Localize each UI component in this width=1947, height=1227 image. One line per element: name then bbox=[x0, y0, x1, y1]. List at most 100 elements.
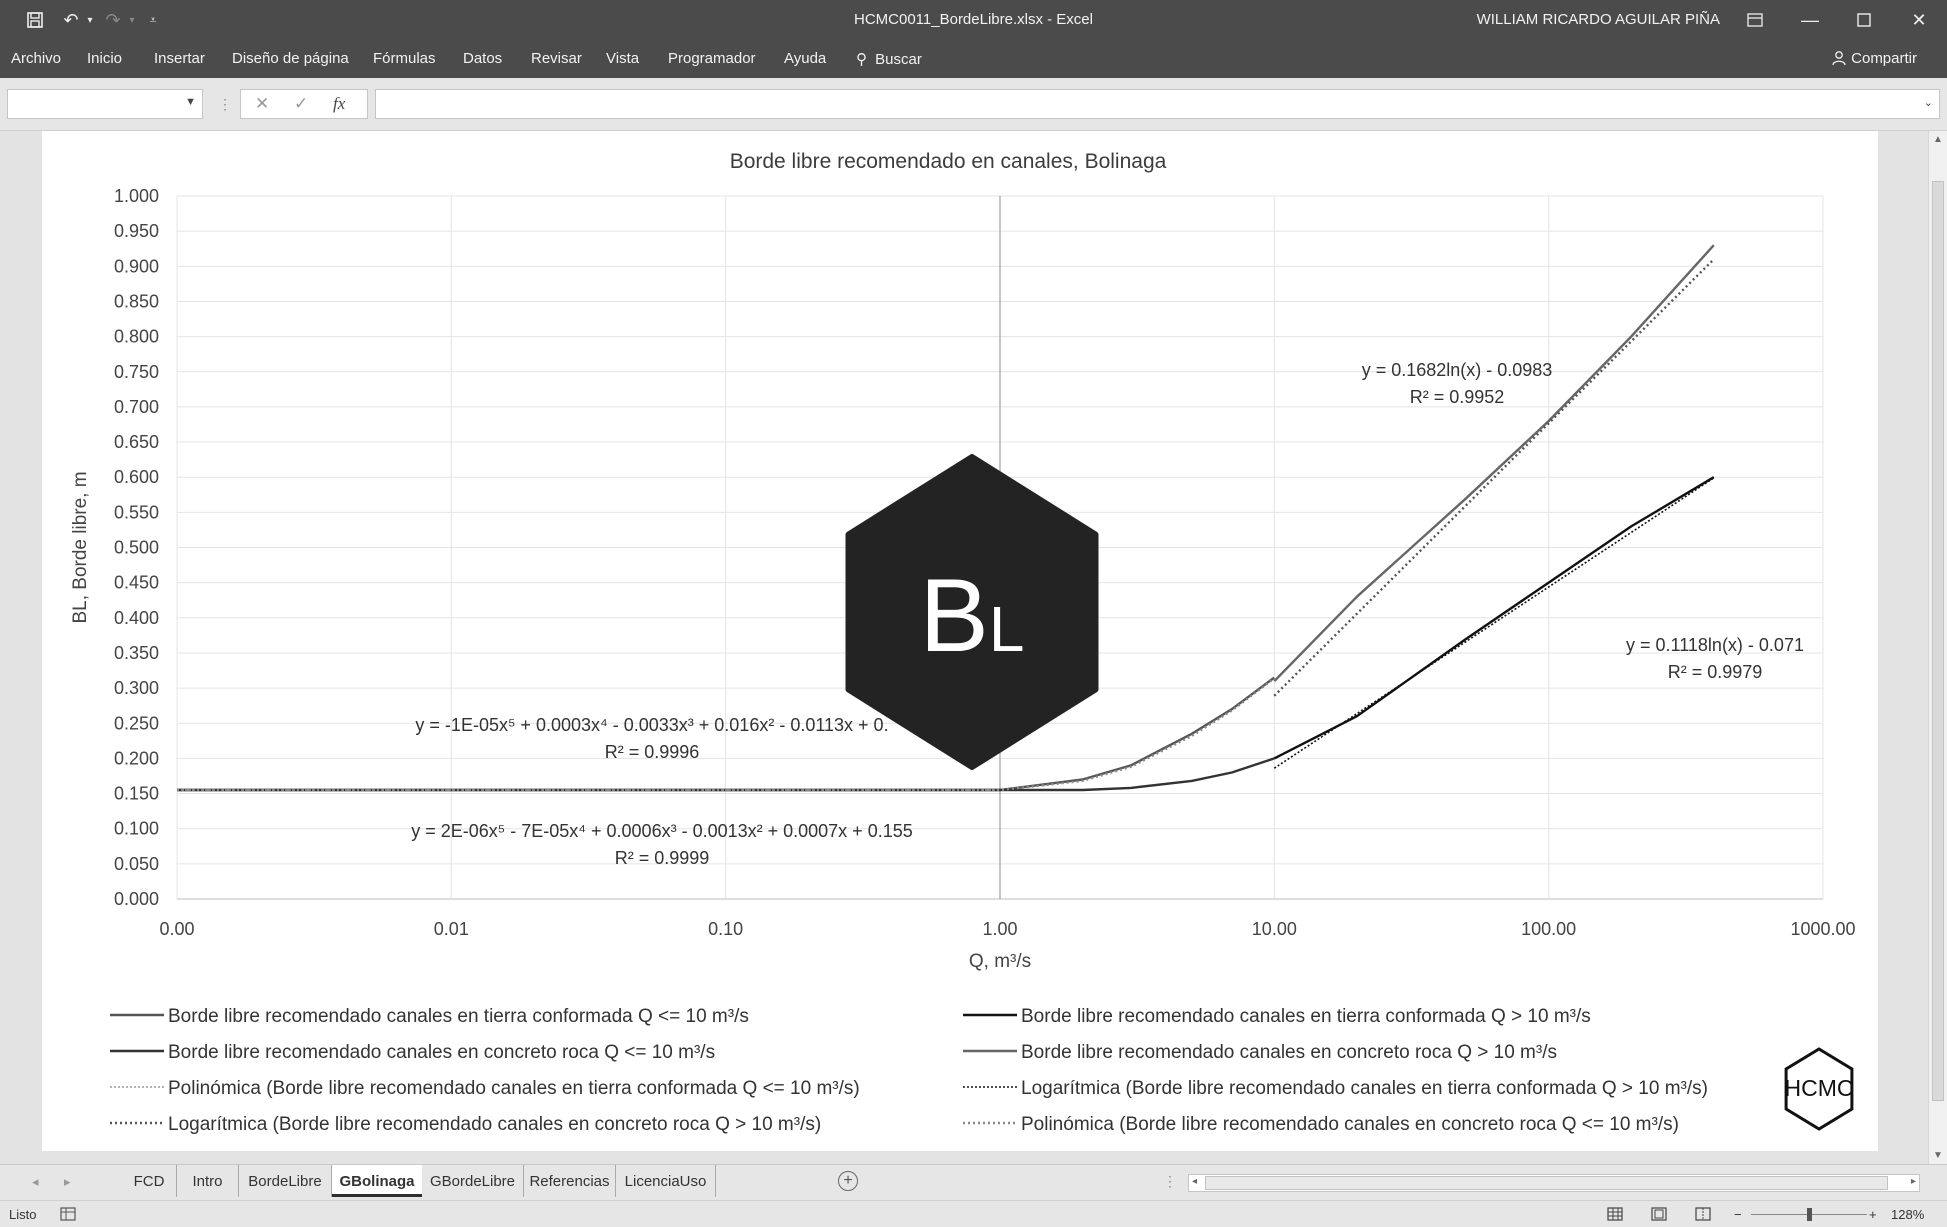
sheet-tab-gbolinaga[interactable]: GBolinaga bbox=[332, 1165, 422, 1197]
search-icon: ⚲ bbox=[856, 51, 867, 68]
x-tick-label: 0.10 bbox=[708, 919, 743, 939]
x-axis-label: Q, m³/s bbox=[969, 951, 1031, 972]
worksheet-area: 0.000 0.050 0.100 0.150 0.200 0.250 0.300 0.350… bbox=[0, 131, 1947, 1164]
tab-revisar[interactable]: Revisar bbox=[531, 50, 582, 67]
tab-datos[interactable]: Datos bbox=[463, 50, 502, 67]
person-icon bbox=[1831, 50, 1851, 67]
y-tick-label: 0.000 bbox=[114, 889, 159, 909]
y-tick-label: 0.500 bbox=[114, 538, 159, 558]
trendline-r-squared[interactable]: R² = 0.9979 bbox=[1668, 662, 1763, 682]
tab-diseno-de-pagina[interactable]: Diseño de página bbox=[232, 50, 349, 67]
user-name[interactable]: WILLIAM RICARDO AGUILAR PIÑA bbox=[1477, 11, 1720, 28]
legend-entry[interactable]: Borde libre recomendado canales en concr… bbox=[1021, 1042, 1557, 1063]
trendline-r-squared[interactable]: R² = 0.9999 bbox=[615, 848, 710, 868]
sheet-tab-referencias[interactable]: Referencias bbox=[524, 1165, 616, 1197]
close-icon[interactable]: ✕ bbox=[1905, 7, 1933, 33]
x-tick-label: 1000.00 bbox=[1790, 919, 1855, 939]
tab-ayuda[interactable]: Ayuda bbox=[784, 50, 826, 67]
enter-icon[interactable]: ✓ bbox=[294, 94, 308, 114]
formula-input[interactable]: ⌄ bbox=[375, 89, 1940, 119]
legend-entry[interactable]: Borde libre recomendado canales en tierr… bbox=[1021, 1006, 1591, 1027]
y-tick-label: 0.750 bbox=[114, 362, 159, 382]
scroll-up-icon[interactable]: ▲ bbox=[1933, 134, 1943, 145]
y-tick-label: 0.950 bbox=[114, 221, 159, 241]
insert-function-icon[interactable]: fx bbox=[333, 94, 345, 114]
tab-insertar[interactable]: Insertar bbox=[154, 50, 205, 67]
y-tick-label: 0.350 bbox=[114, 643, 159, 663]
sheet-tab-intro[interactable]: Intro bbox=[177, 1165, 239, 1197]
chart[interactable]: 0.000 0.050 0.100 0.150 0.200 0.250 0.300 0.350… bbox=[42, 131, 1878, 1151]
tab-split-handle[interactable]: ⋮ bbox=[1163, 1173, 1177, 1190]
scroll-left-icon[interactable]: ◂ bbox=[1192, 1176, 1197, 1187]
formula-buttons: ✕ ✓ fx bbox=[240, 89, 368, 119]
add-sheet-icon[interactable]: + bbox=[838, 1171, 858, 1191]
y-tick-label: 1.000 bbox=[114, 186, 159, 206]
formula-bar-resize-handle[interactable]: ⋮ bbox=[218, 96, 232, 113]
y-tick-label: 0.850 bbox=[114, 291, 159, 311]
tab-vista[interactable]: Vista bbox=[606, 50, 639, 67]
name-box-dropdown-icon[interactable]: ▼ bbox=[185, 96, 196, 108]
sheet-tab-bordelibre[interactable]: BordeLibre bbox=[239, 1165, 332, 1197]
x-tick-label: 10.00 bbox=[1252, 919, 1297, 939]
y-tick-label: 0.800 bbox=[114, 327, 159, 347]
trendline-equation[interactable]: y = 0.1118ln(x) - 0.071 bbox=[1626, 635, 1804, 655]
legend-entry[interactable]: Logarítmica (Borde libre recomendado can… bbox=[1021, 1078, 1708, 1099]
search-button[interactable]: ⚲ Buscar bbox=[856, 50, 922, 68]
trendline-equation[interactable]: y = 0.1682ln(x) - 0.0983 bbox=[1362, 360, 1553, 380]
y-tick-label: 0.550 bbox=[114, 502, 159, 522]
formula-bar: ▼ ⋮ ✕ ✓ fx ⌄ bbox=[0, 78, 1947, 131]
legend-entry[interactable]: Logarítmica (Borde libre recomendado can… bbox=[168, 1114, 821, 1135]
chart-legend: Borde libre recomendado canales en tierr… bbox=[110, 1006, 1708, 1135]
tab-programador[interactable]: Programador bbox=[668, 50, 756, 67]
sheet-tab-fcd[interactable]: FCD bbox=[122, 1165, 177, 1197]
sheet-tab-gbordelibre[interactable]: GBordeLibre bbox=[422, 1165, 524, 1197]
y-tick-label: 0.900 bbox=[114, 256, 159, 276]
trendline-r-squared[interactable]: R² = 0.9952 bbox=[1410, 387, 1505, 407]
trendline-equation[interactable]: y = -1E-05x⁵ + 0.0003x⁴ - 0.0033x³ + 0.0… bbox=[415, 715, 888, 735]
zoom-out-icon[interactable]: − bbox=[1734, 1207, 1742, 1222]
horizontal-scrollbar[interactable]: ◂ ▸ bbox=[1188, 1174, 1920, 1192]
y-tick-label: 0.200 bbox=[114, 748, 159, 768]
page-layout-view-icon[interactable] bbox=[1651, 1207, 1667, 1224]
tab-inicio[interactable]: Inicio bbox=[87, 50, 122, 67]
minimize-icon[interactable]: — bbox=[1796, 7, 1824, 33]
chart-annotations: y = 0.1682ln(x) - 0.0983 R² = 0.9952 y = 0… bbox=[411, 360, 1804, 868]
tab-archivo[interactable]: Archivo bbox=[11, 50, 61, 67]
prev-sheet-icon[interactable]: ◂ bbox=[32, 1174, 39, 1190]
name-box[interactable]: ▼ bbox=[7, 89, 203, 119]
ribbon-display-options-icon[interactable] bbox=[1741, 7, 1769, 33]
ribbon-tabs: Archivo Inicio Insertar Diseño de página… bbox=[0, 41, 1947, 78]
chart-area[interactable]: 0.000 0.050 0.100 0.150 0.200 0.250 0.300 0.350… bbox=[42, 131, 1878, 1151]
zoom-in-icon[interactable]: + bbox=[1869, 1207, 1877, 1222]
next-sheet-icon[interactable]: ▸ bbox=[64, 1174, 71, 1190]
status-bar: Listo − + 128% bbox=[0, 1200, 1947, 1227]
y-tick-label: 0.450 bbox=[114, 573, 159, 593]
y-tick-label: 0.250 bbox=[114, 713, 159, 733]
tab-formulas[interactable]: Fórmulas bbox=[373, 50, 436, 67]
scroll-right-icon[interactable]: ▸ bbox=[1911, 1176, 1916, 1187]
series-line-3[interactable] bbox=[1273, 244, 1715, 682]
vertical-scrollbar[interactable]: ▲ ▼ bbox=[1928, 131, 1947, 1164]
maximize-icon[interactable] bbox=[1850, 7, 1878, 33]
trendline-equation[interactable]: y = 2E-06x⁵ - 7E-05x⁴ + 0.0006x³ - 0.001… bbox=[411, 821, 913, 841]
y-tick-label: 0.150 bbox=[114, 784, 159, 804]
horizontal-scroll-thumb[interactable] bbox=[1205, 1176, 1888, 1190]
cancel-icon[interactable]: ✕ bbox=[255, 94, 269, 114]
expand-formula-bar-icon[interactable]: ⌄ bbox=[1924, 96, 1933, 109]
share-button[interactable]: Compartir bbox=[1831, 50, 1917, 67]
vertical-scroll-thumb[interactable] bbox=[1932, 181, 1944, 1101]
sheet-tab-licenciauso[interactable]: LicenciaUso bbox=[616, 1165, 716, 1197]
legend-entry[interactable]: Polinómica (Borde libre recomendado cana… bbox=[168, 1078, 860, 1099]
y-tick-label: 0.400 bbox=[114, 608, 159, 628]
page-break-view-icon[interactable] bbox=[1695, 1207, 1711, 1224]
normal-view-icon[interactable] bbox=[1607, 1207, 1623, 1224]
x-tick-label: 1.00 bbox=[982, 919, 1017, 939]
trendline-r-squared[interactable]: R² = 0.9996 bbox=[605, 742, 700, 762]
legend-entry[interactable]: Polinómica (Borde libre recomendado cana… bbox=[1021, 1114, 1679, 1135]
legend-entry[interactable]: Borde libre recomendado canales en concr… bbox=[168, 1042, 715, 1063]
macro-record-icon[interactable] bbox=[60, 1207, 76, 1224]
legend-entry[interactable]: Borde libre recomendado canales en tierr… bbox=[168, 1006, 749, 1027]
zoom-slider-thumb[interactable] bbox=[1807, 1208, 1812, 1221]
zoom-level[interactable]: 128% bbox=[1891, 1207, 1924, 1222]
scroll-down-icon[interactable]: ▼ bbox=[1933, 1150, 1943, 1161]
